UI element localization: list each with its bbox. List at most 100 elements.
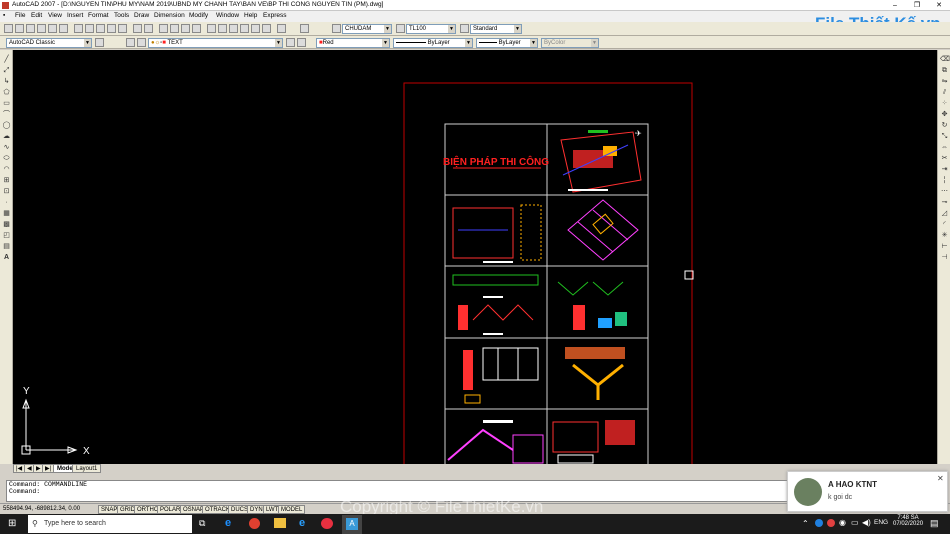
menu-express[interactable]: Express [263,12,286,19]
clock[interactable]: 7:48 SA 07/02/2020 [893,515,923,527]
workspace-combo[interactable]: AutoCAD Classic ▼ [6,38,92,48]
dimension-aligned-icon[interactable]: ⊣ [940,254,949,262]
task-view-icon[interactable]: ⧉ [199,518,205,529]
fillet-icon[interactable]: ◜ [940,221,949,229]
layer-combo[interactable]: ●☼▫■ TEXT ▼ [148,38,283,48]
quickcalc-icon[interactable] [262,24,271,33]
redo-icon[interactable] [144,24,153,33]
matchprop-icon[interactable] [107,24,116,33]
construction-line-icon[interactable]: ⤢ [2,67,11,75]
text-style-icon[interactable] [300,24,309,33]
minimize-button[interactable]: – [884,0,906,11]
zoom-previous-icon[interactable] [192,24,201,33]
menu-insert[interactable]: Insert [67,12,83,19]
break-icon[interactable]: ⋯ [940,188,949,196]
save-icon[interactable] [26,24,35,33]
menu-file[interactable]: File [15,12,25,19]
markup-icon[interactable] [251,24,260,33]
line-icon[interactable]: ╱ [2,56,11,64]
tab-layout1[interactable]: Layout1 [72,464,102,473]
multiline-text-icon[interactable]: A [2,254,11,262]
zoom-realtime-icon[interactable] [170,24,179,33]
autocad-taskbar-item[interactable]: A [342,515,362,534]
spline-icon[interactable]: ∿ [2,144,11,152]
table-style-combo[interactable]: Standard ▼ [470,24,522,34]
ie-icon[interactable]: e [299,517,305,529]
tray-chevron-icon[interactable]: ⌃ [802,519,809,528]
explode-icon[interactable]: ✳ [940,232,949,240]
windows-start-icon[interactable]: ⊞ [8,519,18,529]
action-center-icon[interactable]: ▤ [930,518,939,529]
pan-icon[interactable] [159,24,168,33]
menu-tools[interactable]: Tools [114,12,129,19]
taskbar-search-box[interactable]: ⚲ Type here to search [28,515,192,533]
gradient-icon[interactable]: ▩ [2,221,11,229]
coccoc-icon[interactable] [321,518,333,529]
file-explorer-icon[interactable] [274,518,286,528]
menu-dimension[interactable]: Dimension [154,12,185,19]
erase-icon[interactable]: ⌫ [940,56,950,64]
preview-icon[interactable] [48,24,57,33]
linetype-combo[interactable]: ByLayer ▼ [393,38,473,48]
rotate-icon[interactable]: ↻ [940,122,949,130]
move-icon[interactable]: ✥ [940,111,949,119]
model-toggle[interactable]: MODEL [278,505,306,514]
print-icon[interactable] [37,24,46,33]
doc-icon[interactable]: ▪ [3,12,5,19]
maximize-button[interactable]: ❐ [906,0,928,11]
close-icon[interactable]: ✕ [937,474,944,483]
dim-style-combo[interactable]: TL100 ▼ [406,24,456,34]
join-icon[interactable]: ⊸ [940,199,949,207]
table-icon[interactable]: ▤ [2,243,11,251]
toolpalettes-icon[interactable] [229,24,238,33]
tray-app-icon-3[interactable]: ◉ [839,518,846,527]
mirror-icon[interactable]: ⇋ [940,78,949,86]
circle-icon[interactable]: ◯ [2,122,11,130]
break-at-point-icon[interactable]: ╎ [940,177,949,185]
tray-app-icon-2[interactable] [827,519,835,527]
chamfer-icon[interactable]: ◿ [940,210,949,218]
designcenter-icon[interactable] [218,24,227,33]
drawing-canvas[interactable]: BIỆN PHÁP THI CÔNG ✈ Y X [13,50,937,464]
network-icon[interactable]: ▭ [851,518,859,527]
offset-icon[interactable]: ⫽ [940,89,949,97]
undo-icon[interactable] [133,24,142,33]
zoom-window-icon[interactable] [181,24,190,33]
volume-icon[interactable]: ◀) [862,518,871,527]
polygon-icon[interactable]: ⬠ [2,89,11,97]
menu-window[interactable]: Window [216,12,239,19]
revision-cloud-icon[interactable]: ☁ [2,133,11,141]
point-icon[interactable]: · [2,199,11,207]
plotstyle-combo[interactable]: ByColor ▼ [541,38,599,48]
insert-block-icon[interactable]: ⊞ [2,177,11,185]
open-icon[interactable] [15,24,24,33]
sheetset-icon[interactable] [240,24,249,33]
rectangle-icon[interactable]: ▭ [2,100,11,108]
coordinates-readout[interactable]: 558494.94, -689812.34, 0.00 [3,506,80,512]
copy-icon[interactable] [85,24,94,33]
make-current-layer-icon[interactable] [286,38,295,47]
ellipse-icon[interactable]: ⬭ [2,155,11,163]
menu-format[interactable]: Format [88,12,109,19]
dimension-linear-icon[interactable]: ⊢ [940,243,949,251]
polyline-icon[interactable]: ↳ [2,78,11,86]
layer-previous-icon[interactable] [297,38,306,47]
block-icon[interactable] [118,24,127,33]
chrome-icon[interactable] [249,518,260,529]
language-indicator[interactable]: ENG [874,519,888,526]
close-button[interactable]: ✕ [928,0,950,11]
color-combo[interactable]: ■Red ▼ [316,38,390,48]
chat-notification[interactable]: A HAO KTNT k goi dc ✕ [787,471,948,512]
tray-app-icon-1[interactable] [815,519,823,527]
menu-help[interactable]: Help [244,12,257,19]
menu-edit[interactable]: Edit [31,12,42,19]
autocad-app-icon[interactable] [2,2,9,9]
hatch-icon[interactable]: ▦ [2,210,11,218]
extend-icon[interactable]: ⇥ [940,166,949,174]
stretch-icon[interactable]: ⇔ [940,144,949,152]
menu-draw[interactable]: Draw [134,12,149,19]
help-icon[interactable] [277,24,286,33]
array-icon[interactable]: ⁘ [940,100,949,108]
lineweight-combo[interactable]: ByLayer ▼ [476,38,538,48]
publish-icon[interactable] [59,24,68,33]
